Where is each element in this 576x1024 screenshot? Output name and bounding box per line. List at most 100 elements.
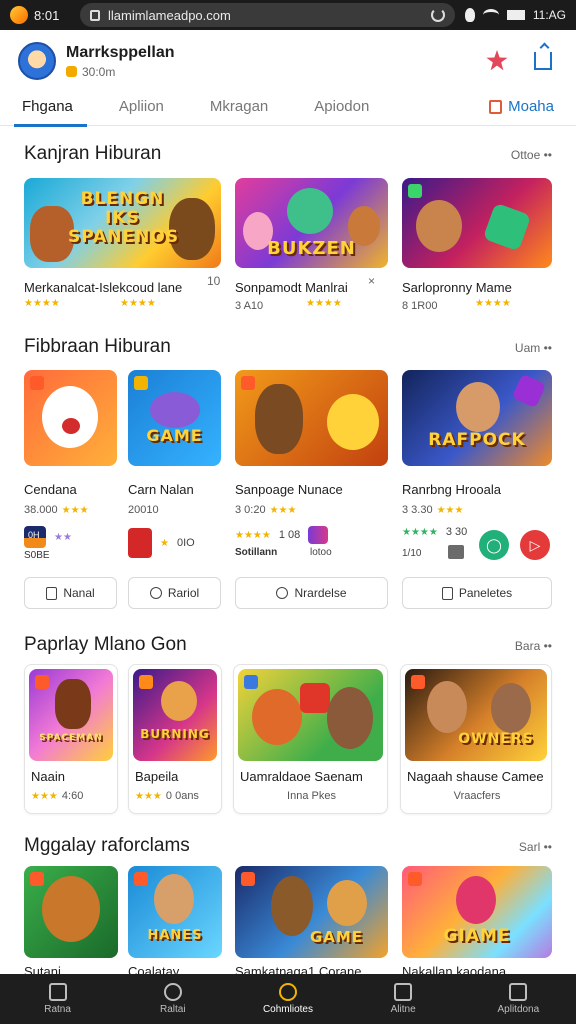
app-card[interactable]: BLENGN IKS SPANENOS: [24, 178, 221, 268]
nav-label: Cohmliotes: [262, 1004, 313, 1015]
reload-icon[interactable]: [430, 8, 445, 22]
status-right-text: 11:AG: [532, 8, 566, 22]
share-icon: [534, 52, 552, 70]
app-title: Merkanalcat-Islekcoud lane: [24, 280, 183, 295]
status-time: 8:01: [34, 7, 60, 23]
app-card[interactable]: [402, 178, 552, 268]
app-badge-icon: [408, 872, 422, 886]
thumbnail-art-text: BURNING: [140, 727, 210, 741]
avatar[interactable]: [18, 42, 56, 80]
battery-icon: [506, 10, 525, 20]
app-meta: 38.000 ★★★: [24, 504, 89, 516]
section-title-2: Fibbraan Hiburan: [24, 336, 171, 357]
thumbnail-art-text: SPACEMAN: [39, 733, 103, 743]
mini-app-icon: [308, 526, 329, 544]
app-thumbnail: GIAME: [402, 866, 552, 958]
app-card[interactable]: HANES Coalatay: [128, 866, 222, 979]
mini-app-group[interactable]: ★★★★ 3 30: [402, 526, 467, 538]
app-title: Sonpamodt Manlrai: [235, 280, 348, 295]
download-icon: [509, 983, 528, 1001]
app-badge-icon: [134, 872, 148, 886]
app-card[interactable]: BUKZEN: [235, 178, 388, 268]
download-button[interactable]: ◯: [479, 530, 509, 560]
app-meta-text: 3 0:20: [235, 504, 266, 516]
app-meta: 8 1R00: [402, 300, 437, 312]
thumbnail-art-text: GAME: [309, 928, 364, 946]
app-card[interactable]: OWNERS Nagaah shause Camee Vraacfers: [400, 664, 552, 814]
tab-apps[interactable]: Apliion: [119, 88, 164, 126]
chip-label: Nanal: [63, 586, 95, 600]
filter-chip-list[interactable]: Paneletes: [402, 577, 552, 609]
bottom-navigation: Ratna Raltai Cohmliotes Alitne Aplitdona: [0, 974, 576, 1024]
app-card[interactable]: RAFPOCK: [402, 370, 552, 466]
app-thumbnail: BUKZEN: [235, 178, 388, 268]
filter-chip-search[interactable]: Rariol: [128, 577, 221, 609]
home-icon: [48, 983, 67, 1001]
nav-apps[interactable]: Alitne: [358, 983, 448, 1015]
app-meta-text: 8 1R00: [402, 300, 438, 312]
app-title: Naain: [31, 769, 65, 784]
app-thumbnail: [238, 669, 383, 761]
wifi-icon: [482, 9, 499, 21]
app-card[interactable]: GAME Samkatnaga1 Corane: [235, 866, 388, 979]
nav-search[interactable]: Raltai: [128, 983, 218, 1015]
app-logo-icon: [10, 6, 28, 24]
app-card[interactable]: SPACEMAN Naain ★★★ 4:60: [24, 664, 118, 814]
thumbnail-art-text: OWNERS: [458, 731, 534, 747]
favorite-button[interactable]: [482, 46, 512, 76]
tab-home[interactable]: Fhgana: [14, 88, 87, 127]
mini-app-label: 1 08: [278, 529, 301, 541]
nav-downloads[interactable]: Aplitdona: [473, 983, 563, 1015]
chip-label: Rariol: [167, 586, 200, 600]
app-card[interactable]: [24, 370, 117, 466]
see-more-1[interactable]: Ottoe ••: [511, 148, 552, 162]
app-card[interactable]: GAME: [128, 370, 221, 466]
app-card[interactable]: BURNING Bapeila ★★★ 0 0ans: [128, 664, 222, 814]
tab-more-button[interactable]: Moaha: [489, 98, 554, 115]
app-meta: Vraacfers: [405, 790, 547, 802]
app-thumbnail: [24, 866, 118, 958]
filter-chip-chat[interactable]: Nrardelse: [235, 577, 388, 609]
app-title: Carn Nalan: [128, 482, 194, 497]
app-thumbnail: OWNERS: [405, 669, 547, 761]
thumbnail-art-text: HANES: [147, 928, 203, 943]
app-card[interactable]: Uamraldaoe Saenam Inna Pkes: [233, 664, 388, 814]
lock-icon: [90, 9, 100, 21]
url-bar[interactable]: llamimlameadpo.com: [80, 3, 455, 27]
play-button[interactable]: ▷: [520, 530, 550, 560]
app-title: Cendana: [24, 482, 77, 497]
app-card[interactable]: [235, 370, 388, 466]
filter-chip-normal[interactable]: Nanal: [24, 577, 117, 609]
tab-more-label: Moaha: [508, 98, 554, 115]
see-more-3[interactable]: Bara ••: [515, 639, 552, 653]
app-meta: 20010: [128, 504, 159, 516]
app-badge-icon: [35, 675, 49, 689]
app-thumbnail: RAFPOCK: [402, 370, 552, 466]
app-meta-text: 3 A10: [235, 300, 264, 312]
app-meta: 3 3.30 ★★★: [402, 504, 464, 516]
grid-icon[interactable]: [448, 545, 464, 559]
app-badge-icon: [241, 872, 255, 886]
see-more-4[interactable]: Sarl ••: [519, 840, 552, 854]
share-button[interactable]: [528, 46, 558, 76]
tab-bar: Fhgana Apliion Mkragan Apiodon Moaha: [0, 88, 576, 127]
nav-games[interactable]: Cohmliotes: [243, 983, 333, 1015]
mini-app-group[interactable]: ★ 0IO: [128, 528, 195, 558]
app-card[interactable]: GIAME Nakallan kaodana: [402, 866, 552, 979]
mini-app-group[interactable]: ★★★★ 1 08: [235, 526, 329, 544]
tab-updates[interactable]: Apiodon: [314, 88, 369, 126]
app-count: 10: [207, 274, 221, 288]
close-icon[interactable]: ×: [368, 274, 375, 288]
tab-games[interactable]: Mkragan: [210, 88, 268, 126]
mini-app-label: 3 30: [445, 526, 468, 538]
app-thumbnail: [24, 370, 117, 466]
app-title: Bapeila: [135, 769, 179, 784]
games-icon: [278, 983, 297, 1001]
app-badge-icon: [408, 184, 422, 198]
flame-icon: [464, 8, 475, 22]
nav-home[interactable]: Ratna: [13, 983, 103, 1015]
see-more-2[interactable]: Uam ••: [515, 341, 552, 355]
url-text: llamimlameadpo.com: [108, 7, 231, 23]
app-card[interactable]: Sutani: [24, 866, 118, 979]
search-icon: [163, 983, 182, 1001]
